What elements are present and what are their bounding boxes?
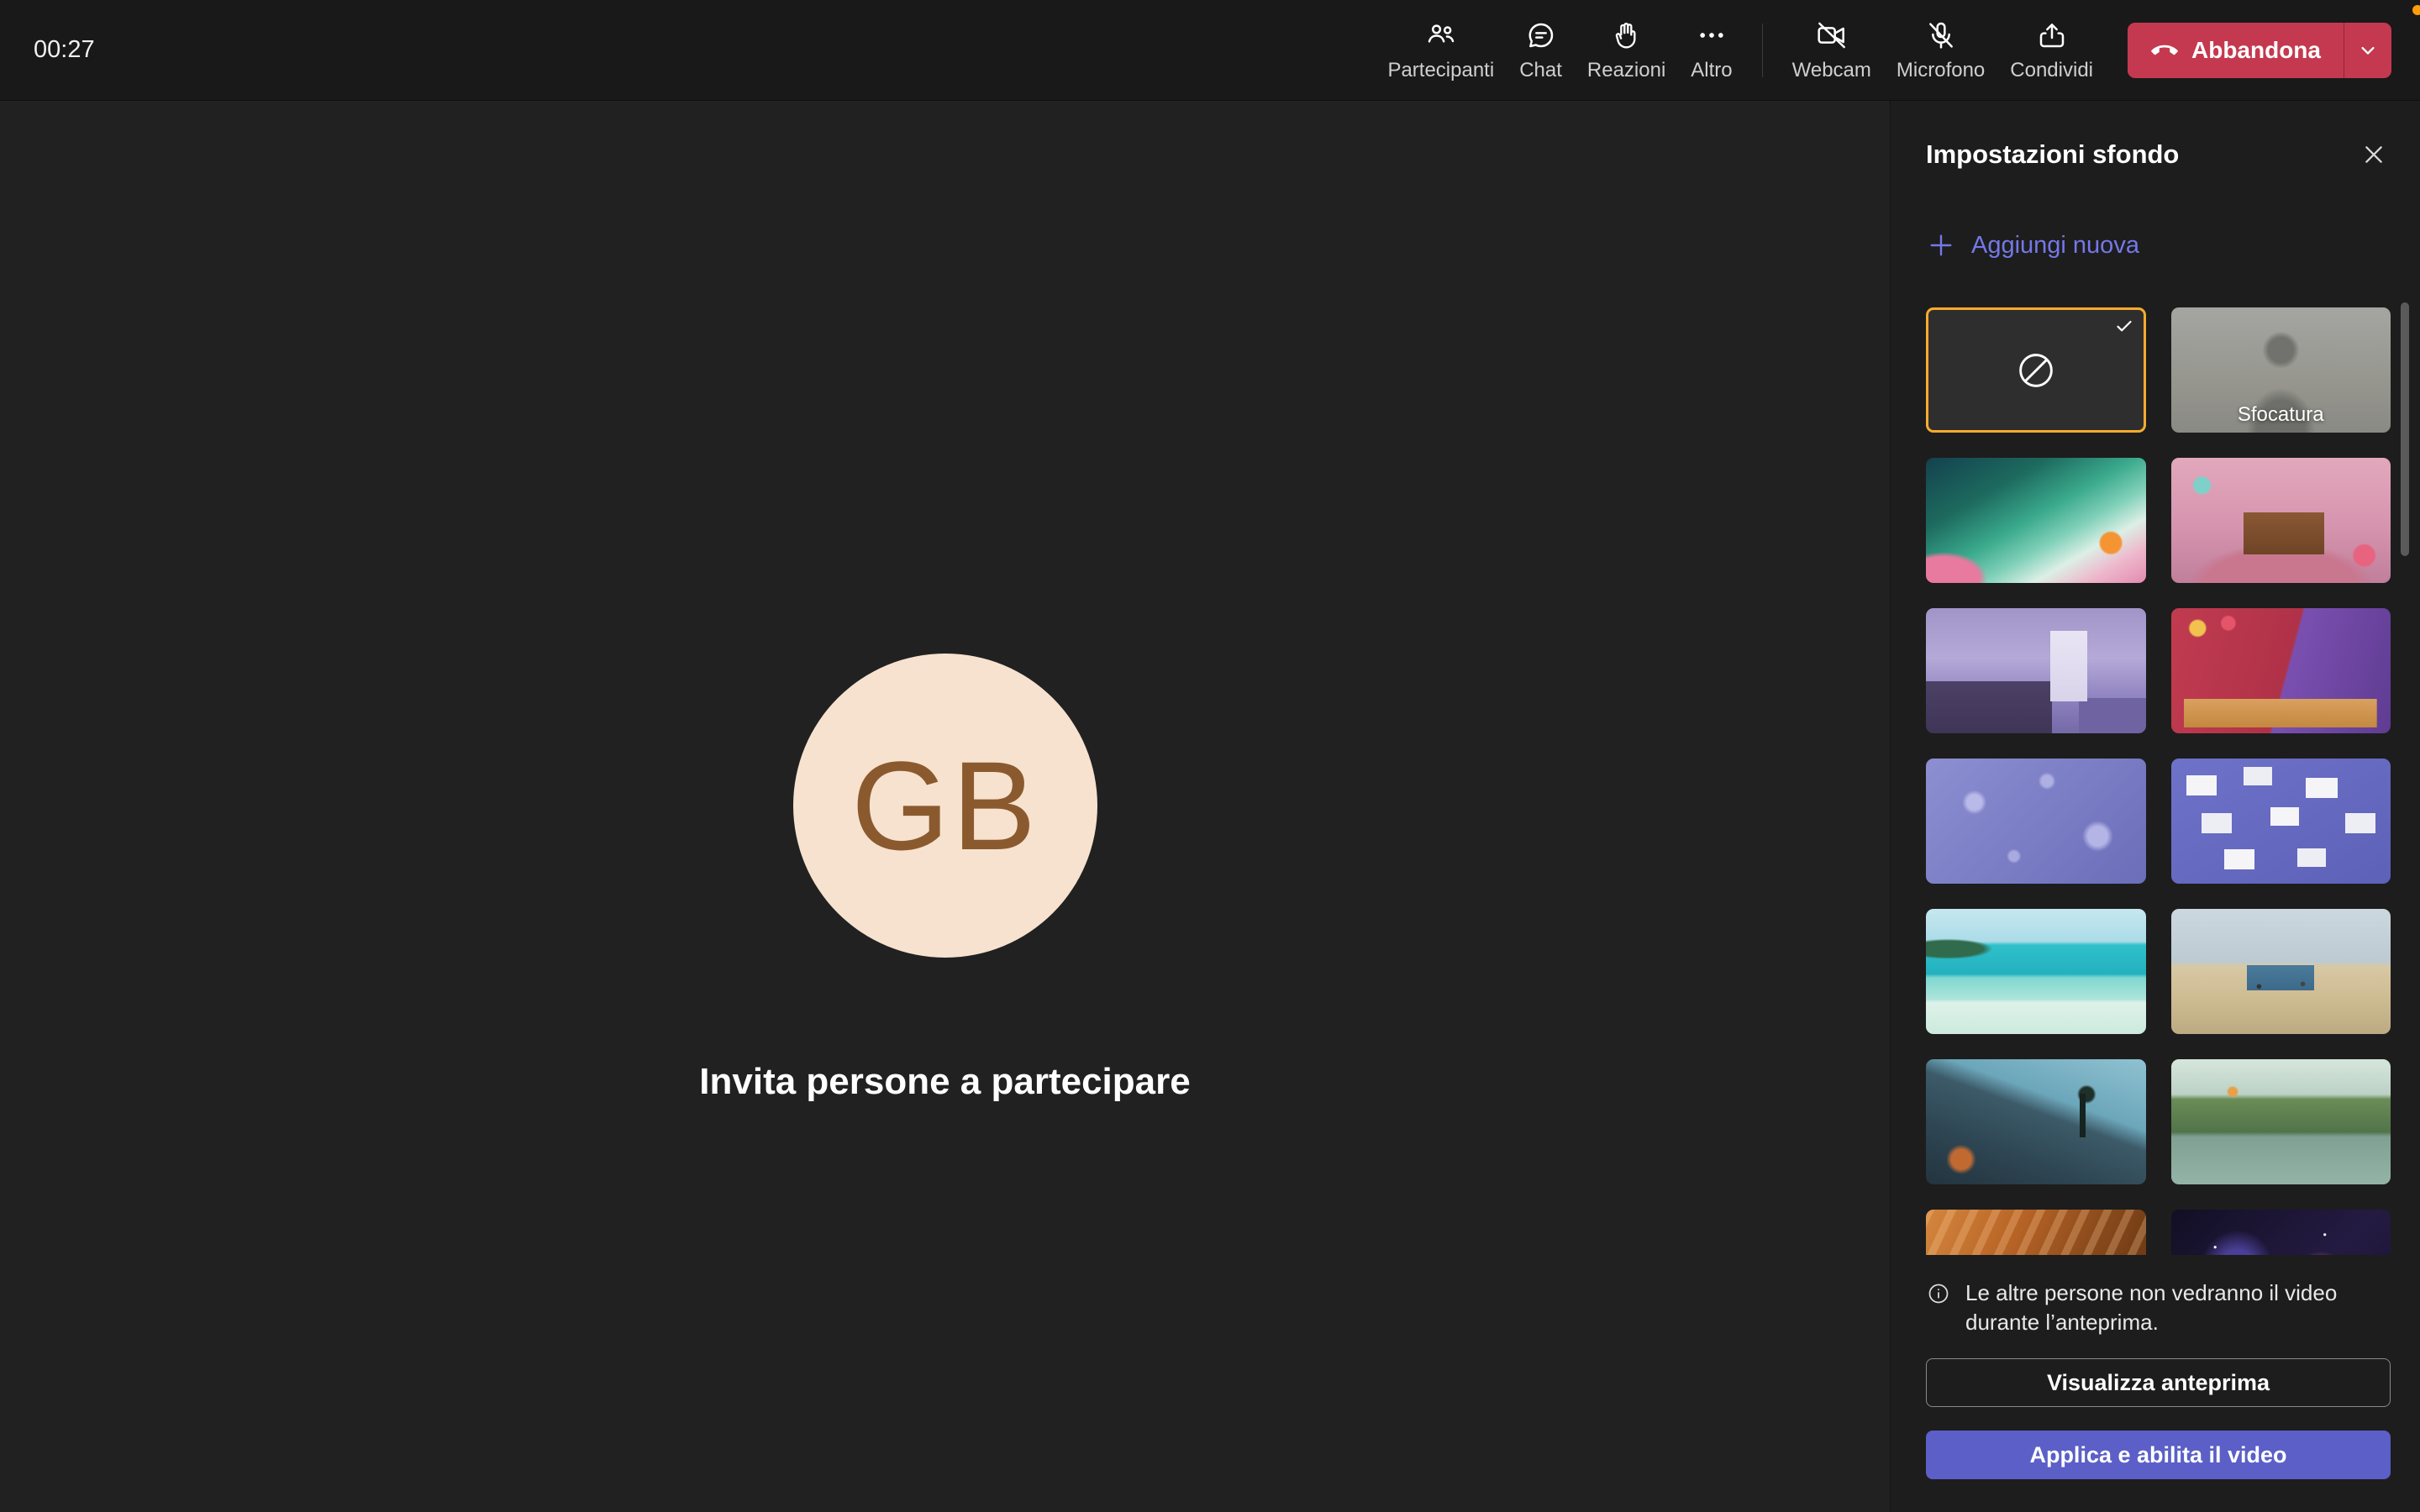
panel-header: Impostazioni sfondo (1926, 138, 2391, 171)
leave-label: Abbandona (2191, 37, 2321, 64)
background-option-none[interactable] (1926, 307, 2146, 433)
background-settings-panel: Impostazioni sfondo Aggiungi nuova Sfoca… (1890, 101, 2420, 1512)
background-option-green-valley[interactable] (2171, 1059, 2391, 1184)
background-option-orange-canyon[interactable] (1926, 1210, 2146, 1255)
reactions-button[interactable]: Reazioni (1575, 18, 1678, 82)
more-label: Altro (1691, 59, 1732, 82)
notification-dot (2412, 5, 2420, 15)
teams-meeting-window: 00:27 Partecipanti (0, 0, 2420, 1512)
background-option-sticky-notes[interactable] (2171, 759, 2391, 884)
background-options-grid: Sfocatura (1926, 307, 2391, 1255)
hangup-icon (2150, 36, 2179, 65)
plus-icon (1926, 230, 1956, 260)
webcam-off-icon (1815, 18, 1849, 53)
chat-button[interactable]: Chat (1507, 18, 1575, 82)
invite-text: Invita persone a partecipare (0, 1061, 1890, 1103)
background-option-label: Sfocatura (2171, 403, 2391, 427)
preview-button[interactable]: Visualizza anteprima (1926, 1358, 2391, 1407)
panel-title: Impostazioni sfondo (1926, 139, 2179, 170)
background-option-tropical-beach[interactable] (1926, 909, 2146, 1034)
participants-icon (1424, 18, 1458, 53)
toolbar-buttons: Partecipanti Chat (1375, 18, 2391, 82)
toolbar-divider (1762, 24, 1763, 77)
leave-options-chevron[interactable] (2344, 23, 2391, 78)
background-option-blur[interactable]: Sfocatura (2171, 307, 2391, 433)
preview-info-row: Le altre persone non vedranno il video d… (1926, 1278, 2391, 1336)
webcam-label: Webcam (1792, 59, 1871, 82)
selected-check-icon (2114, 316, 2134, 336)
preview-info-text: Le altre persone non vedranno il video d… (1965, 1278, 2360, 1336)
share-button[interactable]: Condividi (1997, 18, 2106, 82)
chat-label: Chat (1519, 59, 1562, 82)
background-option-galaxy[interactable] (2171, 1210, 2391, 1255)
webcam-button[interactable]: Webcam (1780, 18, 1884, 82)
close-button[interactable] (2357, 138, 2391, 171)
participants-button[interactable]: Partecipanti (1375, 18, 1507, 82)
background-option-red-purple-shelf[interactable] (2171, 608, 2391, 733)
participants-label: Partecipanti (1387, 59, 1494, 82)
info-icon (1926, 1281, 1951, 1306)
meeting-toolbar: 00:27 Partecipanti (0, 0, 2420, 101)
share-icon (2035, 18, 2069, 53)
no-background-icon (2012, 346, 2060, 395)
background-option-abstract-waves[interactable] (1926, 458, 2146, 583)
chevron-down-icon (2356, 39, 2380, 62)
close-icon (2360, 141, 2387, 168)
microphone-off-icon (1924, 18, 1958, 53)
meeting-timer: 00:27 (34, 36, 95, 64)
add-new-background-button[interactable]: Aggiungi nuova (1926, 230, 2139, 260)
meeting-stage: GB Invita persone a partecipare (0, 101, 1890, 1512)
share-label: Condividi (2010, 59, 2093, 82)
reactions-label: Reazioni (1587, 59, 1665, 82)
more-dots-icon (1695, 18, 1728, 53)
panel-scrollbar-thumb[interactable] (2401, 302, 2409, 556)
background-option-canyon-tree[interactable] (1926, 1059, 2146, 1184)
microphone-button[interactable]: Microfono (1884, 18, 1997, 82)
background-option-purple-fluffy[interactable] (1926, 759, 2146, 884)
microphone-label: Microfono (1897, 59, 1985, 82)
leave-button-group: Abbandona (2128, 23, 2391, 78)
more-button[interactable]: Altro (1678, 18, 1744, 82)
background-option-beach-people[interactable] (2171, 909, 2391, 1034)
reactions-hand-icon (1610, 18, 1644, 53)
background-option-lavender-room[interactable] (1926, 608, 2146, 733)
leave-button[interactable]: Abbandona (2128, 23, 2344, 78)
apply-button[interactable]: Applica e abilita il video (1926, 1431, 2391, 1479)
add-new-label: Aggiungi nuova (1971, 232, 2139, 260)
background-option-birthday[interactable] (2171, 458, 2391, 583)
chat-icon (1524, 18, 1558, 53)
avatar: GB (793, 654, 1097, 958)
